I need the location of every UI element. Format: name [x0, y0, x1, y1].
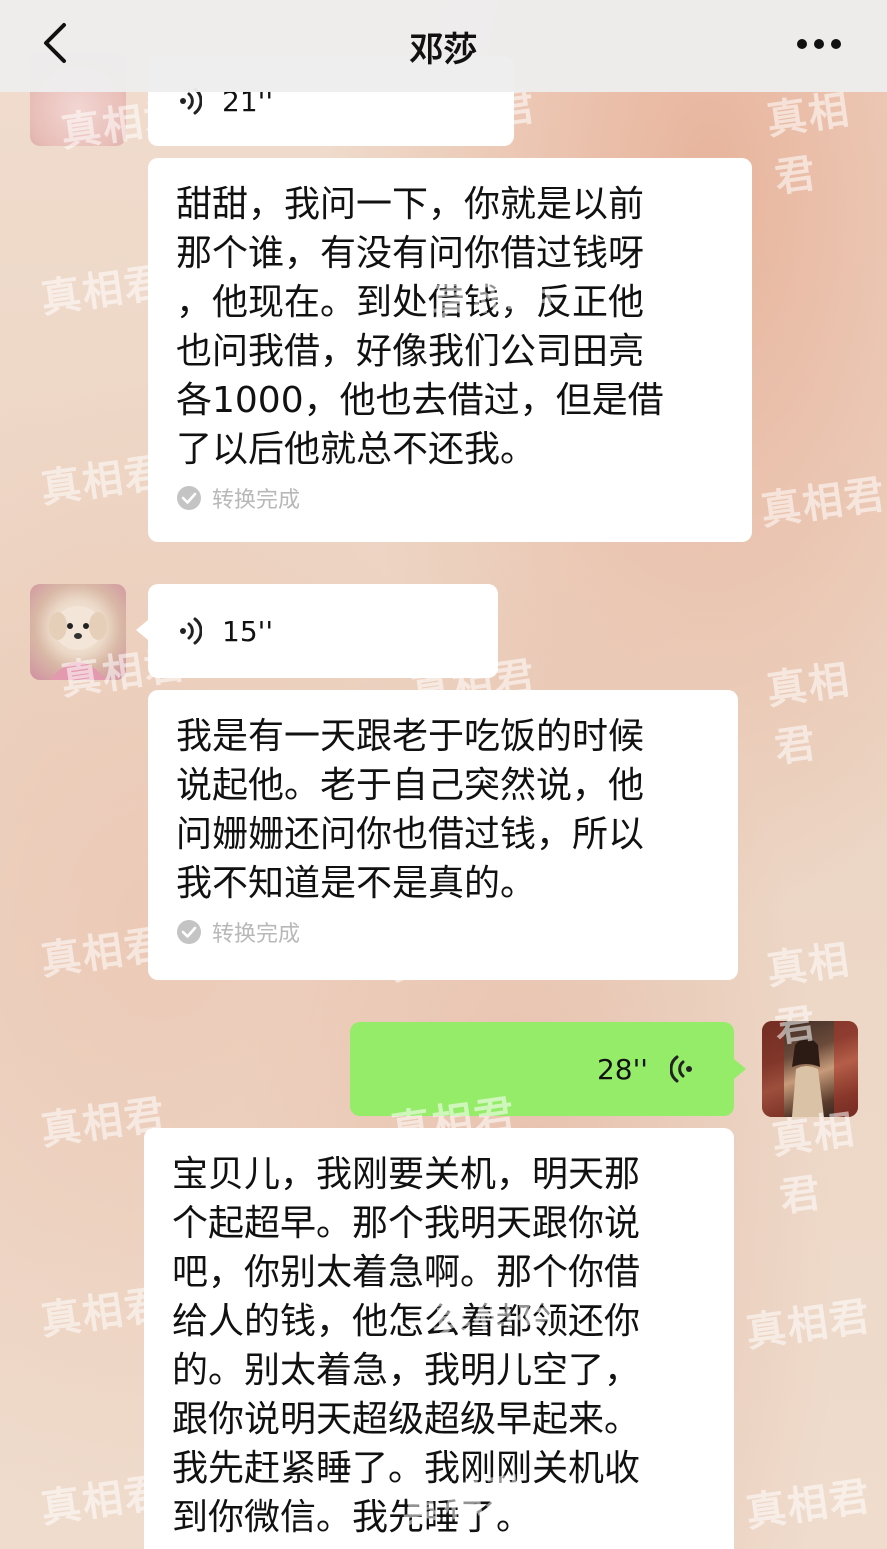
chat-header: 邓莎: [0, 0, 887, 92]
avatar-self[interactable]: [762, 1021, 858, 1117]
check-circle-icon: [177, 920, 201, 944]
voice-wave-icon: [670, 1055, 692, 1083]
voice-transcript: 宝贝儿，我刚要关机，明天那 个起超早。那个我明天跟你说 吧，你别太着急啊。那个你…: [144, 1128, 734, 1549]
voice-duration: 28'': [596, 1052, 648, 1086]
person-avatar-icon: [762, 1021, 858, 1117]
voice-transcript: 我是有一天跟老于吃饭的时候 说起他。老于自己突然说，他 问姗姗还问你也借过钱，所…: [148, 690, 738, 980]
voice-message-sent[interactable]: 28'': [350, 1022, 734, 1116]
transcript-text: 我是有一天跟老于吃饭的时候 说起他。老于自己突然说，他 问姗姗还问你也借过钱，所…: [176, 716, 645, 904]
status-label: 转换完成: [212, 488, 301, 513]
voice-transcript: 甜甜，我问一下，你就是以前 那个谁，有没有问你借过钱呀 ，他现在。到处借钱，反正…: [148, 158, 752, 542]
bubble-tail: [734, 1059, 746, 1079]
more-button[interactable]: [791, 22, 847, 66]
voice-duration: 15'': [222, 614, 274, 648]
transcript-text: 宝贝儿，我刚要关机，明天那 个起超早。那个我明天跟你说 吧，你别太着急啊。那个你…: [172, 1154, 641, 1538]
transcript-text: 甜甜，我问一下，你就是以前 那个谁，有没有问你借过钱呀 ，他现在。到处借钱，反正…: [176, 184, 664, 470]
avatar-contact[interactable]: [30, 584, 126, 680]
voice-message[interactable]: 15'': [148, 584, 498, 678]
check-circle-icon: [177, 486, 201, 510]
voice-wave-icon: [180, 617, 202, 645]
status-label: 转换完成: [212, 922, 301, 947]
back-button[interactable]: [30, 18, 80, 68]
chat-title: 邓莎: [409, 29, 478, 70]
dog-avatar-icon: [49, 606, 107, 680]
more-dots-icon: [797, 39, 841, 49]
transcription-status: 转换完成: [176, 482, 724, 514]
bubble-tail: [136, 620, 148, 640]
chevron-left-icon: [44, 23, 66, 63]
transcription-status: 转换完成: [176, 916, 710, 948]
